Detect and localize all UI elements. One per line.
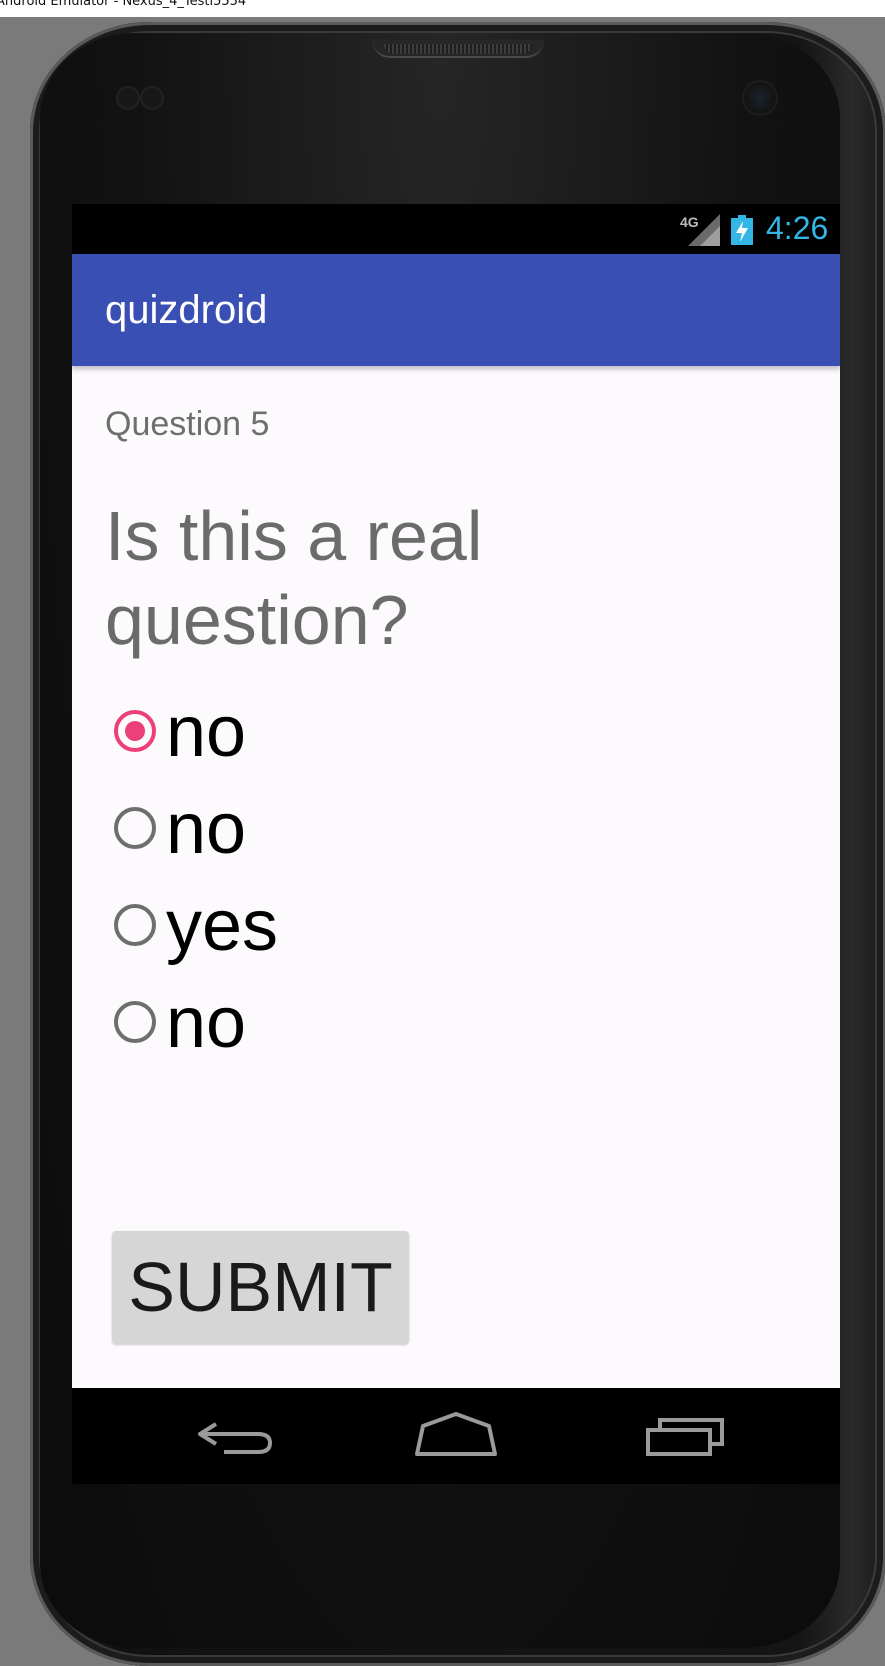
app-title: quizdroid [105,288,268,332]
back-button[interactable] [190,1408,280,1464]
device-screen: 4G 4:26 quizdroid Question 5 Is this a r… [72,204,840,1484]
light-sensor [142,88,162,108]
battery-charging-icon [731,215,753,245]
answer-option-label: no [166,983,247,1063]
radio-button-checked[interactable] [114,710,156,752]
emulator-window-title-text: Android Emulator - Nexus_4_Testi5554 [0,0,247,9]
home-button[interactable] [411,1408,501,1464]
recent-apps-button[interactable] [642,1408,732,1464]
submit-button-label: SUBMIT [128,1248,393,1326]
status-bar: 4G 4:26 [72,204,840,254]
question-number: Question 5 [105,405,270,443]
submit-button[interactable]: SUBMIT [112,1231,409,1344]
answer-option-1[interactable]: no [114,692,634,772]
radio-button[interactable] [114,904,156,946]
recent-apps-icon [646,1418,724,1456]
question-text: Is this a real question? [105,497,483,659]
answer-option-2[interactable]: no [114,789,634,869]
answer-option-3[interactable]: yes [114,886,634,966]
navigation-bar [72,1388,840,1484]
speaker-grill [384,44,532,54]
network-type-label: 4G [680,214,699,230]
radio-button[interactable] [114,1001,156,1043]
answer-option-label: no [166,789,247,869]
status-time: 4:26 [766,210,829,246]
answer-option-label: yes [166,886,279,966]
app-bar: quizdroid [72,254,840,366]
emulator-window-title: Android Emulator - Nexus_4_Testi5554 [0,0,885,17]
front-camera-icon [744,82,776,114]
proximity-sensor [118,88,138,108]
home-icon [415,1412,497,1456]
back-icon [198,1422,273,1454]
answer-option-4[interactable]: no [114,983,634,1063]
answer-option-label: no [166,692,247,772]
radio-button[interactable] [114,807,156,849]
